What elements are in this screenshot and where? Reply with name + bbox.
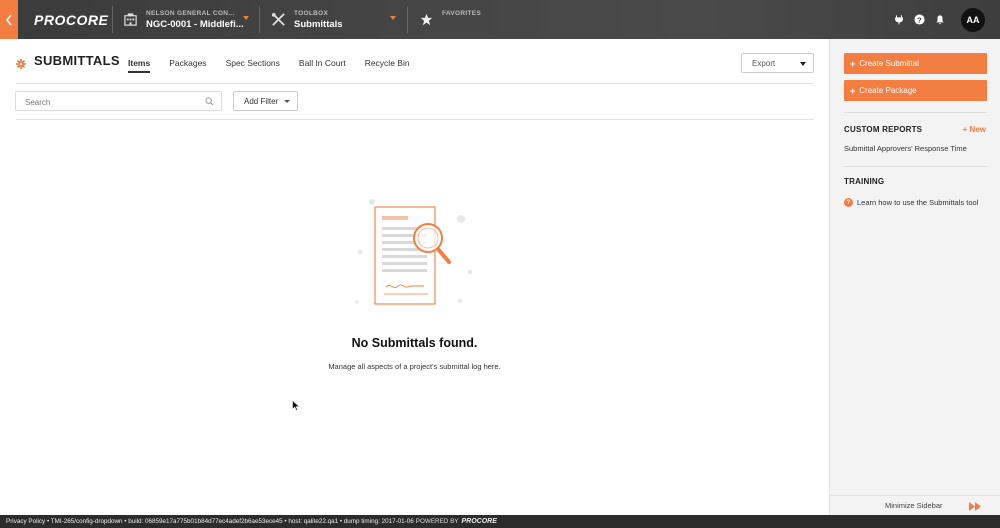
project-name: NGC-0001 - Middlefi...: [146, 18, 244, 30]
avatar[interactable]: AA: [961, 8, 985, 32]
tab-ball-in-court[interactable]: Ball In Court: [299, 58, 346, 73]
create-submittal-button[interactable]: + Create Submittal: [844, 53, 987, 74]
svg-text:?: ?: [917, 15, 922, 24]
star-icon: [418, 12, 434, 28]
footer-info: Privacy Policy • TMI-265/config-dropdown…: [6, 518, 414, 525]
add-filter-label: Add Filter: [244, 96, 279, 106]
empty-state-subtitle: Manage all aspects of a project's submit…: [328, 362, 501, 371]
main-content: SUBMITTALS Items Packages Spec Sections …: [0, 39, 829, 515]
divider: [16, 83, 814, 84]
bell-icon[interactable]: [935, 12, 945, 30]
create-package-button[interactable]: + Create Package: [844, 80, 987, 101]
create-submittal-label: Create Submittal: [859, 59, 919, 68]
powered-by-label: POWERED BY: [415, 518, 459, 525]
fast-forward-icon: [969, 502, 981, 511]
page-title: SUBMITTALS: [34, 53, 120, 68]
tools-icon: [270, 12, 286, 28]
tab-items[interactable]: Items: [128, 58, 151, 73]
add-filter-button[interactable]: Add Filter: [233, 91, 298, 111]
export-label: Export: [752, 58, 776, 68]
minimize-sidebar-button[interactable]: Minimize Sidebar: [830, 495, 1000, 515]
create-package-label: Create Package: [859, 86, 917, 95]
tab-bar: Items Packages Spec Sections Ball In Cou…: [128, 58, 429, 73]
divider: [259, 6, 260, 33]
search-input[interactable]: [16, 93, 196, 112]
chevron-down-icon[interactable]: [390, 16, 396, 20]
chevron-down-icon: [284, 100, 290, 103]
help-icon: ?: [844, 198, 853, 207]
training-item[interactable]: ? Learn how to use the Submittals tool: [844, 197, 987, 209]
tab-packages[interactable]: Packages: [169, 58, 206, 73]
plug-icon[interactable]: [894, 12, 904, 30]
custom-reports-heading: CUSTOM REPORTS: [844, 125, 923, 134]
training-heading: TRAINING: [844, 177, 885, 186]
new-report-link[interactable]: + New: [963, 125, 986, 134]
tab-spec-sections[interactable]: Spec Sections: [226, 58, 280, 73]
company-label: NELSON GENERAL CON...: [146, 9, 235, 17]
footer-logo: PROCORE: [461, 518, 497, 525]
training-link[interactable]: Learn how to use the Submittals tool: [857, 197, 978, 209]
building-icon: [122, 12, 138, 28]
right-sidebar: + Create Submittal + Create Package CUSTOM…: [829, 39, 1000, 515]
search-icon[interactable]: [205, 97, 214, 106]
report-link[interactable]: Submittal Approvers' Response Time: [844, 144, 967, 153]
favorites-menu[interactable]: FAVORITES: [418, 0, 481, 39]
chevron-down-icon[interactable]: [243, 16, 249, 20]
gear-icon: [16, 56, 26, 69]
chevron-down-icon: [800, 62, 806, 66]
back-chevron-icon[interactable]: [0, 0, 18, 39]
divider: [844, 112, 987, 113]
toolbox-label: TOOLBOX: [294, 9, 329, 17]
export-dropdown[interactable]: Export: [741, 53, 814, 73]
minimize-sidebar-label: Minimize Sidebar: [885, 501, 943, 510]
search-field[interactable]: [15, 91, 222, 112]
divider: [407, 6, 408, 33]
divider: [844, 166, 987, 167]
mouse-cursor-icon: [292, 400, 300, 411]
footer: Privacy Policy • TMI-265/config-dropdown…: [0, 515, 1000, 528]
empty-state-title: No Submittals found.: [351, 336, 478, 350]
tab-recycle-bin[interactable]: Recycle Bin: [365, 58, 410, 73]
procore-logo[interactable]: PROCORE: [34, 12, 108, 28]
divider: [112, 6, 113, 33]
project-selector[interactable]: NELSON GENERAL CON... NGC-0001 - Middlef…: [122, 0, 244, 39]
empty-state-illustration: [355, 199, 472, 305]
favorites-label: FAVORITES: [442, 10, 482, 17]
divider: [16, 119, 814, 120]
top-navigation-bar: PROCORE NELSON GENERAL CON... NGC-0001 -…: [0, 0, 1000, 39]
tool-selector[interactable]: TOOLBOX Submittals: [270, 0, 343, 39]
help-icon[interactable]: ?: [914, 12, 925, 30]
tool-name: Submittals: [294, 18, 343, 30]
